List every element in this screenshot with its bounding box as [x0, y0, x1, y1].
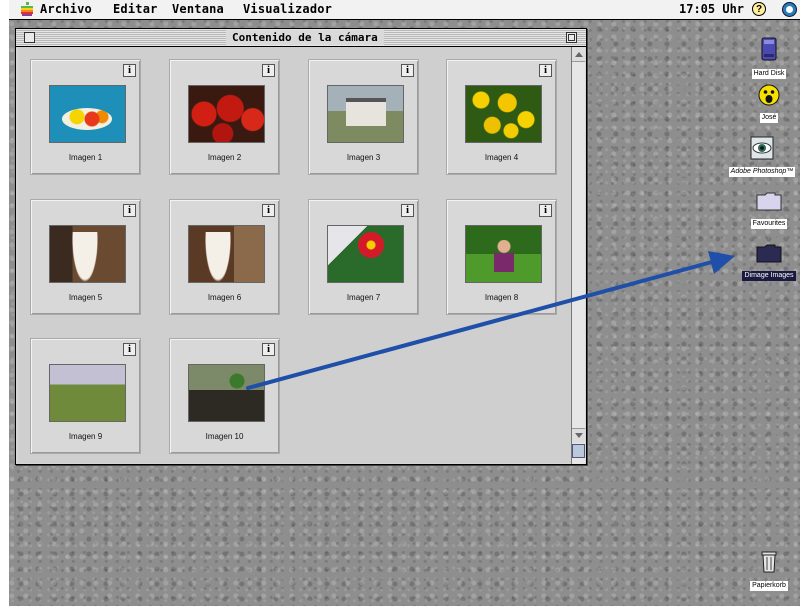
- menu-bar: Archivo Editar Ventana Visualizador 17:0…: [9, 0, 800, 20]
- info-icon[interactable]: i: [123, 343, 136, 356]
- info-icon[interactable]: i: [123, 64, 136, 77]
- desktop-icon-label: Adobe Photoshop™: [728, 167, 796, 177]
- close-box[interactable]: [24, 32, 35, 43]
- info-icon[interactable]: i: [401, 64, 414, 77]
- desktop-icon-dimage-images[interactable]: Dimage Images: [734, 242, 800, 282]
- vertical-scrollbar[interactable]: [571, 47, 585, 464]
- resize-box[interactable]: [572, 444, 585, 458]
- scroll-down-arrow[interactable]: [572, 428, 585, 443]
- info-icon[interactable]: i: [262, 343, 275, 356]
- child-garden-photo: [465, 225, 542, 283]
- thumbnail-label: Imagen 5: [68, 293, 103, 302]
- hard-disk-icon: [759, 36, 779, 62]
- desktop-icon-photoshop[interactable]: Adobe Photoshop™: [721, 136, 800, 178]
- yellow-flowers-photo: [465, 85, 542, 143]
- woman-hat-photo: [188, 225, 265, 283]
- scroll-up-arrow[interactable]: [572, 47, 585, 62]
- folder-icon: [755, 242, 783, 264]
- apple-menu-icon[interactable]: [20, 2, 34, 17]
- trash-icon: [759, 550, 779, 574]
- thumbnail-card[interactable]: i Imagen 8: [446, 199, 557, 315]
- info-icon[interactable]: i: [401, 204, 414, 217]
- thumbnail-label: Imagen 8: [484, 293, 519, 302]
- desktop-icon-trash[interactable]: Papierkorb: [734, 550, 800, 592]
- desktop-icon-label: José: [759, 113, 779, 123]
- zoom-box[interactable]: [566, 32, 577, 43]
- info-icon[interactable]: i: [262, 64, 275, 77]
- desktop-icon-label: Dimage Images: [742, 271, 796, 281]
- thumbnail-card[interactable]: i Imagen 9: [30, 338, 141, 454]
- thumbnail-card[interactable]: i Imagen 4: [446, 59, 557, 175]
- thumbnail-card[interactable]: i Imagen 5: [30, 199, 141, 315]
- thumbnail-label: Imagen 1: [68, 153, 103, 162]
- desktop-icon-label: Papierkorb: [750, 581, 788, 591]
- desktop-icon-label: Hard Disk: [751, 69, 787, 79]
- thumbnail-label: Imagen 6: [207, 293, 242, 302]
- info-icon[interactable]: i: [262, 204, 275, 217]
- menu-archivo[interactable]: Archivo: [40, 2, 92, 16]
- thumbnail-card[interactable]: i Imagen 2: [169, 59, 280, 175]
- plants-photo: [188, 364, 265, 422]
- info-icon[interactable]: i: [123, 204, 136, 217]
- window-title: Contenido de la cámara: [226, 30, 384, 45]
- info-icon[interactable]: i: [539, 64, 552, 77]
- desktop-icon-hard-disk[interactable]: Hard Disk: [734, 36, 800, 80]
- thumbnail-label: Imagen 10: [205, 432, 244, 441]
- info-icon[interactable]: i: [539, 204, 552, 217]
- thumbnail-card[interactable]: i Imagen 10: [169, 338, 280, 454]
- thumbnail-label: Imagen 9: [68, 432, 103, 441]
- menu-visualizador[interactable]: Visualizador: [243, 2, 332, 16]
- thumbnail-label: Imagen 3: [346, 153, 381, 162]
- thumbnail-card[interactable]: i Imagen 3: [308, 59, 419, 175]
- camera-contents-window: Contenido de la cámara i Imagen 1 i Imagen …: [15, 28, 587, 465]
- field-photo: [49, 364, 126, 422]
- thumbnail-card[interactable]: i Imagen 6: [169, 199, 280, 315]
- screen-left-edge: [0, 0, 9, 606]
- thumbnail-card[interactable]: i Imagen 7: [308, 199, 419, 315]
- photoshop-eye-icon: [750, 136, 774, 160]
- red-flower-photo: [327, 225, 404, 283]
- thumbnail-label: Imagen 4: [484, 153, 519, 162]
- thumbnail-card[interactable]: i Imagen 1: [30, 59, 141, 175]
- application-menu-icon[interactable]: [782, 2, 797, 17]
- fruit-bowl-photo: [49, 85, 126, 143]
- folder-icon: [755, 190, 783, 212]
- desktop-icon-favourites[interactable]: Favourites: [734, 190, 800, 230]
- menu-editar[interactable]: Editar: [113, 2, 158, 16]
- castle-photo: [327, 85, 404, 143]
- thumbnail-label: Imagen 7: [346, 293, 381, 302]
- window-titlebar[interactable]: Contenido de la cámara: [16, 29, 586, 47]
- thumbnail-area: i Imagen 1 i Imagen 2 i Imagen 3 i Imagen 4 i Ima…: [18, 47, 571, 463]
- menu-ventana[interactable]: Ventana: [172, 2, 224, 16]
- clock[interactable]: 17:05 Uhr: [679, 2, 744, 16]
- woman-hat-photo: [49, 225, 126, 283]
- help-icon[interactable]: ?: [752, 2, 766, 16]
- desktop-icon-label: Favourites: [750, 219, 788, 229]
- smiley-icon: [758, 84, 780, 106]
- strawberries-photo: [188, 85, 265, 143]
- desktop-icon-jose[interactable]: José: [734, 84, 800, 124]
- thumbnail-label: Imagen 2: [207, 153, 242, 162]
